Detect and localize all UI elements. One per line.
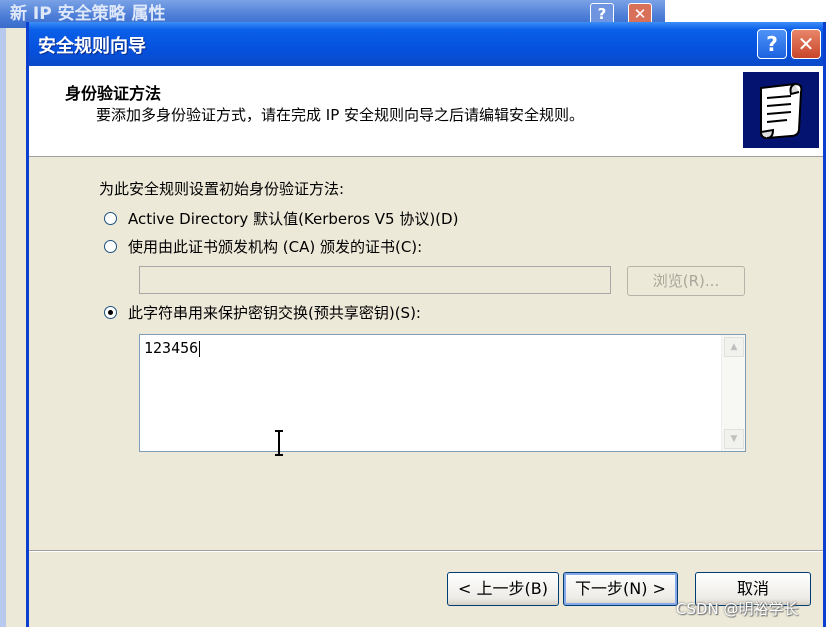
- scroll-up-arrow-icon[interactable]: ▲: [724, 337, 744, 357]
- browse-button[interactable]: 浏览(R)...: [627, 266, 745, 296]
- option-preshared-key-label[interactable]: 此字符串用来保护密钥交换(预共享密钥)(S):: [128, 302, 421, 323]
- dialog-titlebar[interactable]: 安全规则向导 ? ✕: [29, 22, 823, 66]
- page-title: 身份验证方法: [65, 84, 162, 103]
- radio-preshared-key[interactable]: [104, 306, 117, 319]
- option-certificate-label[interactable]: 使用由此证书颁发机构 (CA) 颁发的证书(C):: [128, 236, 422, 257]
- ibeam-cursor-icon: [275, 430, 283, 456]
- text-caret: [199, 340, 201, 357]
- textarea-scrollbar[interactable]: ▲ ▼: [721, 335, 745, 451]
- certificate-field[interactable]: [139, 266, 611, 294]
- auth-method-prompt: 为此安全规则设置初始身份验证方法:: [99, 180, 345, 198]
- button-separator: [29, 550, 823, 552]
- preshared-key-input[interactable]: 123456 ▲ ▼: [139, 334, 746, 452]
- scroll-document-icon: [743, 72, 819, 148]
- page-description: 要添加多身份验证方式，请在完成 IP 安全规则向导之后请编辑安全规则。: [96, 106, 585, 124]
- preshared-key-value: 123456: [144, 339, 199, 357]
- option-kerberos-label[interactable]: Active Directory 默认值(Kerberos V5 协议)(D): [128, 208, 458, 229]
- radio-kerberos[interactable]: [104, 212, 117, 225]
- next-button[interactable]: 下一步(N) >: [563, 572, 678, 606]
- dialog-title: 安全规则向导: [38, 36, 146, 57]
- close-button[interactable]: ✕: [791, 29, 821, 59]
- background-window-frame: [0, 28, 6, 627]
- wizard-dialog: 安全规则向导 ? ✕ 身份验证方法 要添加多身份验证方式，请在完成 IP 安全规…: [26, 22, 826, 627]
- radio-certificate[interactable]: [104, 240, 117, 253]
- scroll-down-arrow-icon[interactable]: ▼: [724, 429, 744, 449]
- watermark: CSDN @明裕学长: [676, 600, 799, 618]
- help-button[interactable]: ?: [757, 29, 787, 59]
- back-button[interactable]: < 上一步(B): [447, 572, 559, 606]
